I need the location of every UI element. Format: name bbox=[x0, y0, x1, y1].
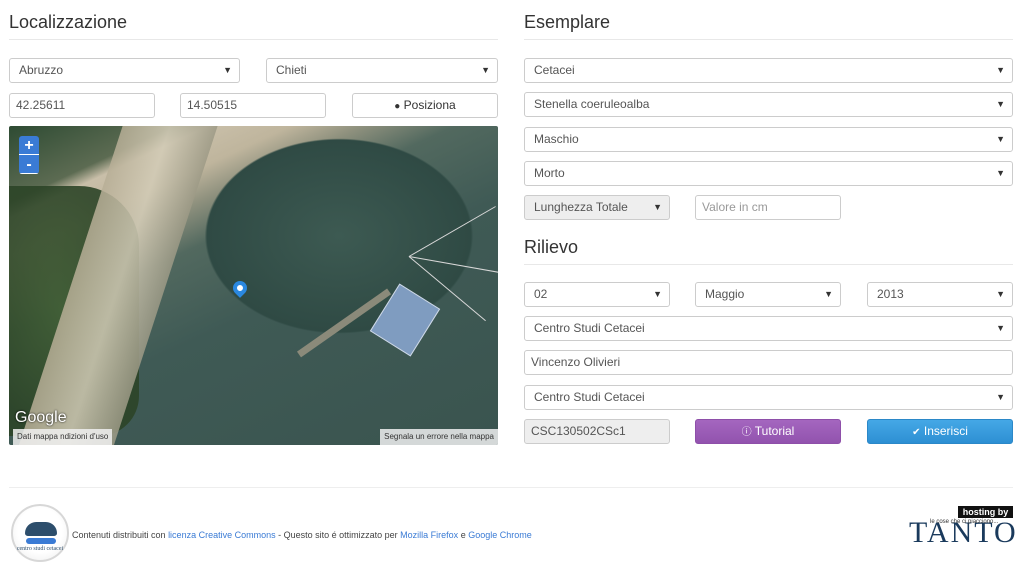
tutorial-button[interactable]: ⓘ Tutorial bbox=[695, 419, 841, 444]
caret-down-icon: ▼ bbox=[996, 289, 1005, 299]
esemplare-title: Esemplare bbox=[524, 0, 1013, 40]
chrome-link[interactable]: Google Chrome bbox=[468, 530, 532, 540]
codice-input: CSC130502CSc1 bbox=[524, 419, 670, 444]
regione-value: Abruzzo bbox=[19, 63, 64, 77]
giorno-value: 02 bbox=[534, 287, 548, 301]
caret-down-icon: ▼ bbox=[996, 392, 1005, 402]
inserisci-button[interactable]: ✔ Inserisci bbox=[867, 419, 1013, 444]
localizzazione-panel: Localizzazione Abruzzo ▼ Chieti ▼ 42.256… bbox=[9, 0, 498, 445]
info-icon: ⓘ bbox=[741, 427, 752, 438]
caret-down-icon: ▼ bbox=[996, 134, 1005, 144]
footer-text-1: Contenuti distribuiti con bbox=[72, 530, 169, 540]
famiglia-value: Cetacei bbox=[534, 63, 575, 77]
sesso-value: Maschio bbox=[534, 132, 579, 146]
wave-icon bbox=[26, 538, 56, 544]
caret-down-icon: ▼ bbox=[653, 289, 662, 299]
footer-divider bbox=[9, 487, 1013, 488]
ente-2-select[interactable]: Centro Studi Cetacei ▼ bbox=[524, 385, 1013, 410]
ente-2-value: Centro Studi Cetacei bbox=[534, 390, 645, 404]
specie-select[interactable]: Stenella coeruleoalba ▼ bbox=[524, 92, 1013, 117]
caret-down-icon: ▼ bbox=[996, 65, 1005, 75]
posiziona-button[interactable]: ● Posiziona bbox=[352, 93, 498, 118]
longitudine-input[interactable]: 14.50515 bbox=[180, 93, 326, 118]
tanto-tagline: le cose che ci piacciono... bbox=[930, 519, 999, 525]
firefox-link[interactable]: Mozilla Firefox bbox=[400, 530, 458, 540]
posiziona-label: Posiziona bbox=[403, 98, 456, 112]
map-net-line bbox=[408, 256, 498, 275]
creative-commons-link[interactable]: licenza Creative Commons bbox=[168, 530, 276, 540]
stato-select[interactable]: Morto ▼ bbox=[524, 161, 1013, 186]
valore-input[interactable]: Valore in cm bbox=[695, 195, 841, 220]
satellite-map[interactable]: + - Google Dati mappa ndizioni d'uso Seg… bbox=[9, 126, 498, 445]
tutorial-label: Tutorial bbox=[754, 424, 795, 438]
inserisci-label: Inserisci bbox=[923, 424, 968, 438]
zoom-in-button[interactable]: + bbox=[19, 136, 39, 155]
dati-mappa-link[interactable]: Dati mappa bbox=[17, 432, 58, 441]
provincia-select[interactable]: Chieti ▼ bbox=[266, 58, 498, 83]
check-circle-icon: ✔ bbox=[912, 427, 921, 438]
anno-value: 2013 bbox=[877, 287, 904, 301]
caret-down-icon: ▼ bbox=[481, 65, 490, 75]
caret-down-icon: ▼ bbox=[223, 65, 232, 75]
map-marker-icon[interactable] bbox=[230, 278, 250, 298]
sesso-select[interactable]: Maschio ▼ bbox=[524, 127, 1013, 152]
caret-down-icon: ▼ bbox=[996, 99, 1005, 109]
misura-value: Lunghezza Totale bbox=[534, 200, 628, 214]
localizzazione-title: Localizzazione bbox=[9, 0, 498, 40]
ente-select[interactable]: Centro Studi Cetacei ▼ bbox=[524, 316, 1013, 341]
footer-text: Contenuti distribuiti con licenza Creati… bbox=[72, 530, 532, 540]
provincia-value: Chieti bbox=[276, 63, 307, 77]
mese-select[interactable]: Maggio ▼ bbox=[695, 282, 841, 307]
footer-text-2: - Questo sito é ottimizzato per bbox=[275, 530, 401, 540]
rilevatore-input[interactable]: Vincenzo Olivieri bbox=[524, 350, 1013, 375]
map-marker-icon: ● bbox=[394, 101, 401, 112]
misura-select[interactable]: Lunghezza Totale ▼ bbox=[524, 195, 670, 220]
specie-value: Stenella coeruleoalba bbox=[534, 97, 650, 111]
caret-down-icon: ▼ bbox=[653, 202, 662, 212]
ente-value: Centro Studi Cetacei bbox=[534, 321, 645, 335]
rilievo-title: Rilievo bbox=[524, 225, 1013, 265]
regione-select[interactable]: Abruzzo ▼ bbox=[9, 58, 240, 83]
famiglia-select[interactable]: Cetacei ▼ bbox=[524, 58, 1013, 83]
footer-text-3: e bbox=[458, 530, 469, 540]
giorno-select[interactable]: 02 ▼ bbox=[524, 282, 670, 307]
zoom-out-button[interactable]: - bbox=[19, 155, 39, 174]
logo-text: centro studi cetacei bbox=[16, 546, 64, 552]
anno-select[interactable]: 2013 ▼ bbox=[867, 282, 1013, 307]
latitudine-input[interactable]: 42.25611 bbox=[9, 93, 155, 118]
caret-down-icon: ▼ bbox=[824, 289, 833, 299]
centro-studi-cetacei-logo: centro studi cetacei bbox=[11, 504, 69, 562]
zoom-control: + - bbox=[19, 136, 39, 174]
map-attribution: Dati mappa ndizioni d'uso bbox=[13, 429, 113, 445]
map-net-line bbox=[408, 206, 496, 257]
stato-value: Morto bbox=[534, 166, 565, 180]
caret-down-icon: ▼ bbox=[996, 323, 1005, 333]
segnala-errore-link[interactable]: Segnala un errore nella mappa bbox=[380, 429, 498, 445]
termini-link[interactable]: ndizioni d'uso bbox=[60, 432, 108, 441]
google-logo: Google bbox=[15, 409, 67, 426]
dolphin-icon bbox=[25, 522, 57, 536]
esemplare-panel: Esemplare Cetacei ▼ Stenella coeruleoalb… bbox=[524, 0, 1013, 444]
mese-value: Maggio bbox=[705, 287, 745, 301]
caret-down-icon: ▼ bbox=[996, 168, 1005, 178]
